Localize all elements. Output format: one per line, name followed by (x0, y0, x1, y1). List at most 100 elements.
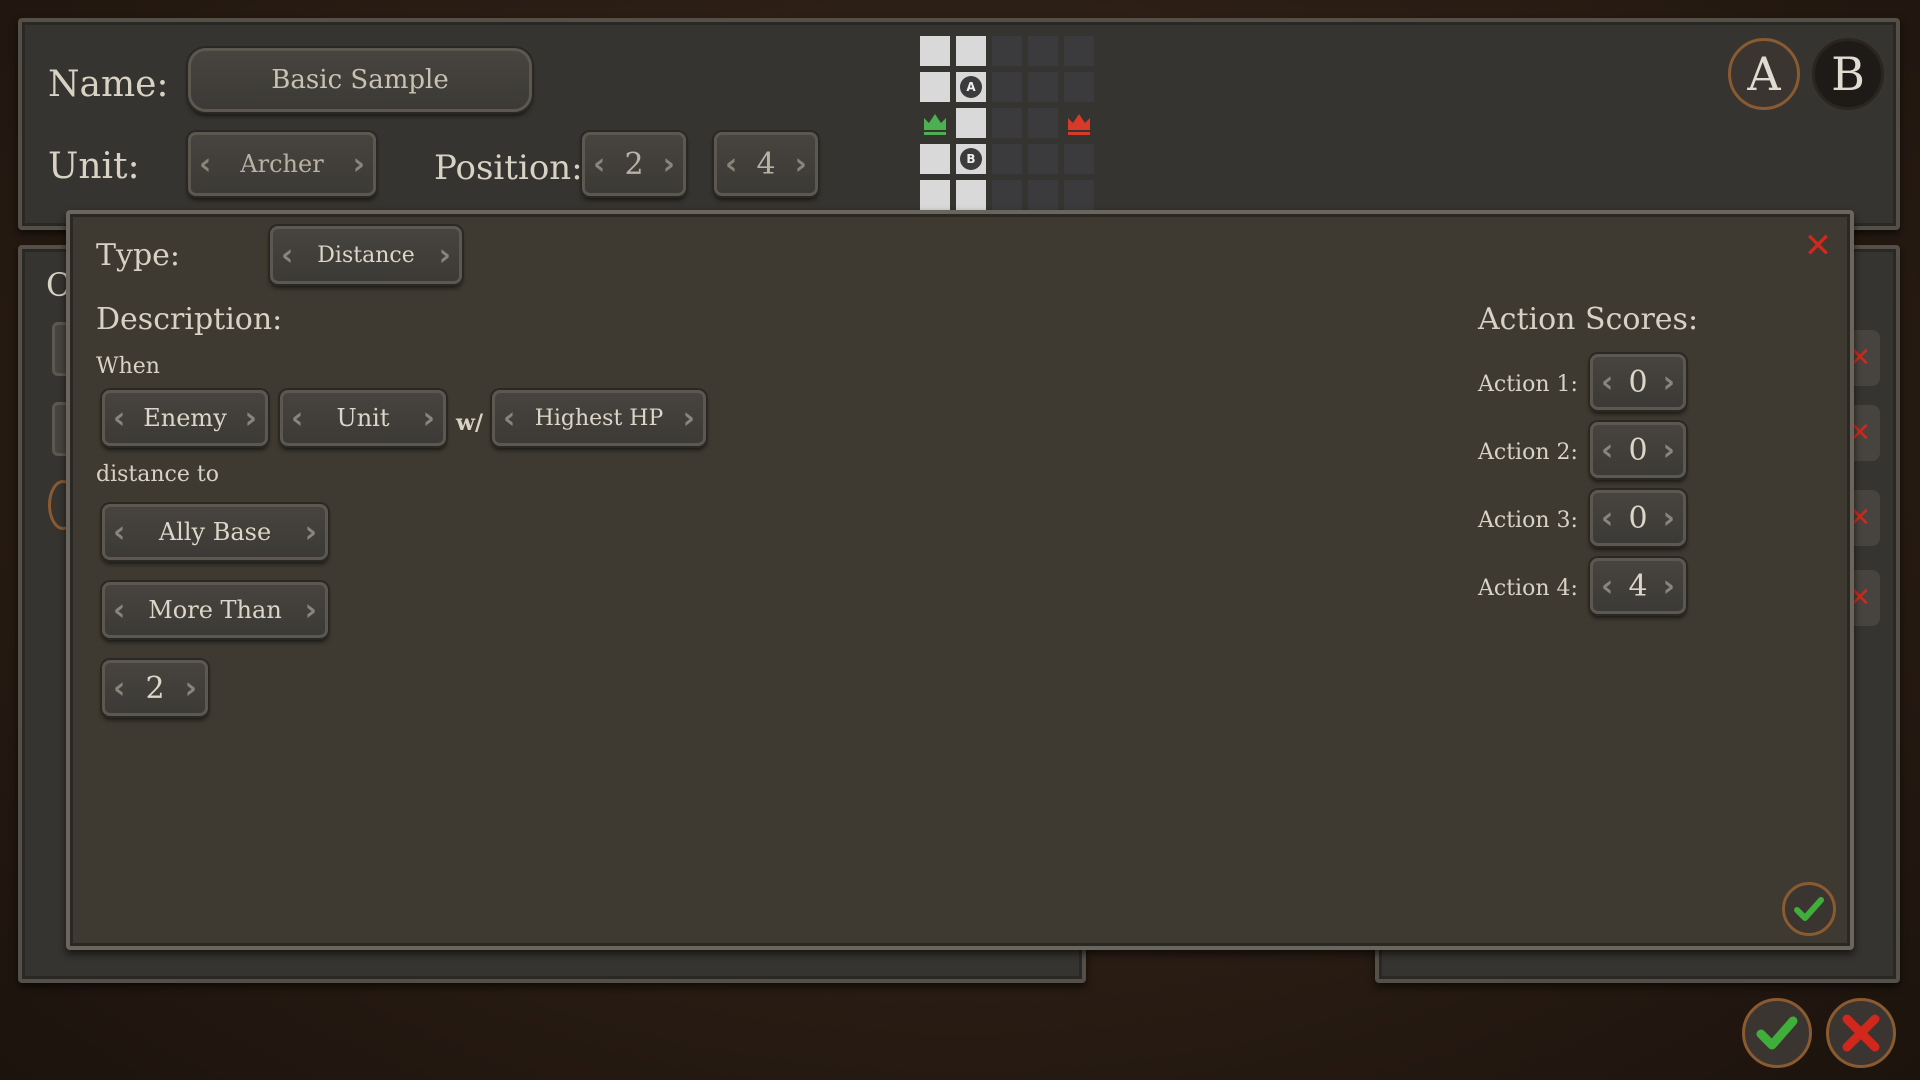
chevron-right-icon[interactable]: › (1663, 569, 1675, 604)
unit-selector[interactable]: ‹ Archer › (188, 132, 376, 196)
distance-value-stepper[interactable]: ‹ 2 › (102, 660, 208, 716)
ally-crown-icon (924, 114, 946, 135)
chevron-right-icon[interactable]: › (439, 238, 451, 273)
board-cell[interactable] (920, 144, 950, 174)
reference-selector[interactable]: ‹ Ally Base › (102, 504, 328, 560)
chevron-right-icon[interactable]: › (683, 401, 695, 436)
board-cell[interactable] (920, 36, 950, 66)
action-scores-label: Action Scores: (1478, 302, 1699, 337)
action-2-label: Action 2: (1478, 440, 1578, 465)
board-cell[interactable] (1064, 36, 1094, 66)
board-cell[interactable] (1028, 180, 1058, 210)
board-cell[interactable] (992, 36, 1022, 66)
position-y-value: 4 (756, 146, 776, 182)
ally-base-cell[interactable] (920, 108, 950, 138)
board-cell[interactable] (992, 144, 1022, 174)
chevron-right-icon[interactable]: › (1663, 501, 1675, 536)
chevron-left-icon[interactable]: ‹ (113, 593, 125, 628)
chevron-left-icon[interactable]: ‹ (1601, 365, 1613, 400)
chevron-left-icon[interactable]: ‹ (113, 671, 125, 706)
target-filter-value: Highest HP (534, 405, 664, 431)
team-a-label: A (1747, 47, 1781, 101)
when-label: When (96, 354, 160, 379)
close-icon[interactable]: ✕ (1800, 228, 1836, 264)
enemy-crown-icon (1068, 114, 1090, 135)
action-3-stepper[interactable]: ‹ 0 › (1590, 490, 1686, 546)
action-3-label: Action 3: (1478, 508, 1578, 533)
board-cell[interactable] (1064, 72, 1094, 102)
type-selector[interactable]: ‹ Distance › (270, 226, 462, 284)
action-2-stepper[interactable]: ‹ 0 › (1590, 422, 1686, 478)
board-cell[interactable] (1028, 144, 1058, 174)
board-cell[interactable] (956, 36, 986, 66)
chevron-right-icon[interactable]: › (353, 147, 365, 182)
chevron-left-icon[interactable]: ‹ (113, 515, 125, 550)
board-grid[interactable]: A B (920, 36, 1096, 212)
board-cell[interactable] (1028, 36, 1058, 66)
chevron-left-icon[interactable]: ‹ (593, 147, 605, 182)
cross-icon (1842, 1014, 1880, 1052)
position-x-value: 2 (624, 146, 644, 182)
chevron-left-icon[interactable]: ‹ (199, 147, 211, 182)
chevron-left-icon[interactable]: ‹ (503, 401, 515, 436)
unit-value: Archer (240, 150, 324, 178)
board-cell[interactable] (956, 180, 986, 210)
board-cell[interactable] (992, 180, 1022, 210)
marker-a: A (960, 76, 982, 98)
reference-value: Ally Base (158, 518, 272, 546)
action-1-stepper[interactable]: ‹ 0 › (1590, 354, 1686, 410)
target-side-selector[interactable]: ‹ Enemy › (102, 390, 268, 446)
enemy-base-cell[interactable] (1064, 108, 1094, 138)
chevron-right-icon[interactable]: › (795, 147, 807, 182)
board-cell[interactable] (992, 108, 1022, 138)
action-4-stepper[interactable]: ‹ 4 › (1590, 558, 1686, 614)
action-1-label: Action 1: (1478, 372, 1578, 397)
board-cell[interactable] (920, 180, 950, 210)
board-cell[interactable]: B (956, 144, 986, 174)
name-input[interactable]: Basic Sample (188, 48, 532, 112)
board-cell[interactable] (920, 72, 950, 102)
chevron-left-icon[interactable]: ‹ (1601, 433, 1613, 468)
chevron-left-icon[interactable]: ‹ (113, 401, 125, 436)
team-b-button[interactable]: B (1812, 38, 1884, 110)
chevron-right-icon[interactable]: › (245, 401, 257, 436)
comparison-value: More Than (148, 596, 282, 624)
name-value: Basic Sample (271, 65, 449, 95)
chevron-right-icon[interactable]: › (1663, 365, 1675, 400)
accept-button[interactable] (1742, 998, 1812, 1068)
checkmark-icon (1794, 897, 1824, 921)
chevron-left-icon[interactable]: ‹ (725, 147, 737, 182)
chevron-right-icon[interactable]: › (305, 515, 317, 550)
team-b-label: B (1831, 47, 1865, 101)
chevron-right-icon[interactable]: › (423, 401, 435, 436)
board-cell[interactable]: A (956, 72, 986, 102)
chevron-right-icon[interactable]: › (663, 147, 675, 182)
board-cell[interactable] (1064, 144, 1094, 174)
unit-label: Unit: (48, 146, 140, 187)
distance-value: 2 (145, 670, 165, 706)
chevron-left-icon[interactable]: ‹ (281, 238, 293, 273)
board-cell[interactable] (1064, 180, 1094, 210)
type-value: Distance (317, 242, 415, 268)
board-cell[interactable] (1028, 72, 1058, 102)
board-cell[interactable] (992, 72, 1022, 102)
target-filter-selector[interactable]: ‹ Highest HP › (492, 390, 706, 446)
chevron-right-icon[interactable]: › (1663, 433, 1675, 468)
target-kind-selector[interactable]: ‹ Unit › (280, 390, 446, 446)
modal-confirm-button[interactable] (1782, 882, 1836, 936)
distance-to-label: distance to (96, 462, 219, 487)
comparison-selector[interactable]: ‹ More Than › (102, 582, 328, 638)
board-cell[interactable] (956, 108, 986, 138)
chevron-left-icon[interactable]: ‹ (1601, 569, 1613, 604)
with-label: w/ (456, 410, 483, 436)
position-x-stepper[interactable]: ‹ 2 › (582, 132, 686, 196)
reject-button[interactable] (1826, 998, 1896, 1068)
chevron-left-icon[interactable]: ‹ (291, 401, 303, 436)
board-cell[interactable] (1028, 108, 1058, 138)
chevron-left-icon[interactable]: ‹ (1601, 501, 1613, 536)
team-a-button[interactable]: A (1728, 38, 1800, 110)
description-label: Description: (96, 302, 283, 337)
position-y-stepper[interactable]: ‹ 4 › (714, 132, 818, 196)
chevron-right-icon[interactable]: › (305, 593, 317, 628)
chevron-right-icon[interactable]: › (185, 671, 197, 706)
